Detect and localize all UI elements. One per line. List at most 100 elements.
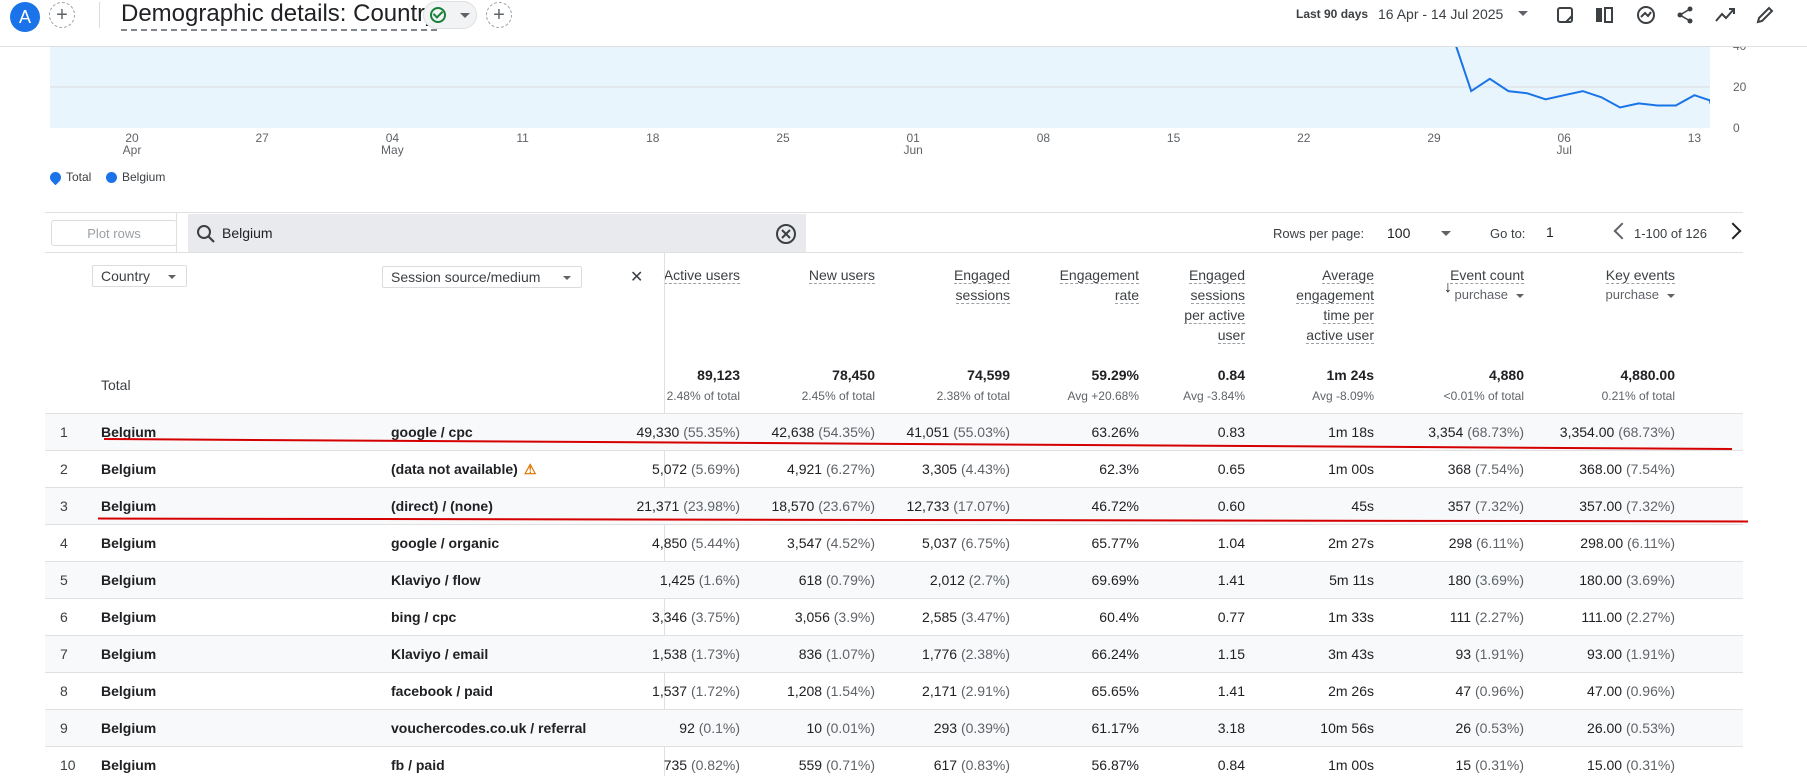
search-bar[interactable] — [188, 214, 806, 252]
x-tick-label: 18 — [646, 131, 660, 145]
column-header-0[interactable]: Active users — [610, 265, 740, 285]
row-index: 1 — [60, 424, 68, 440]
y-tick-label: 0 — [1733, 121, 1740, 135]
x-tick-label: 06 Jul — [1556, 131, 1572, 157]
cell-source-medium: fb / paid — [391, 757, 445, 773]
column-header-6[interactable]: Event count purchase — [1384, 265, 1524, 305]
chevron-down-icon[interactable] — [1441, 231, 1451, 236]
table-row[interactable]: 2 Belgium (data not available) ⚠ 5,072 (5.69… — [45, 450, 1743, 487]
column-header-text: engagement — [1296, 287, 1374, 304]
table-row[interactable]: 10 Belgium fb / paid 735 (0.82%) 559 (0.71%)… — [45, 746, 1743, 783]
table-row[interactable]: 8 Belgium facebook / paid 1,537 (1.72%) 1,20… — [45, 672, 1743, 709]
metric-cell: 45s — [1351, 498, 1374, 514]
avatar[interactable]: A — [10, 2, 40, 32]
metric-cell: 1m 18s — [1328, 424, 1374, 440]
column-header-7[interactable]: Key events purchase — [1535, 265, 1675, 305]
legend-item-total[interactable]: Total — [47, 169, 91, 185]
column-header-3[interactable]: Engagement rate — [1029, 265, 1139, 305]
column-header-2[interactable]: Engaged sessions — [890, 265, 1010, 305]
metric-cell: 47.00 (0.96%) — [1587, 683, 1675, 699]
dimension-country-dropdown[interactable]: Country — [92, 265, 187, 287]
legend-item-belgium[interactable]: Belgium — [106, 170, 165, 184]
next-page-icon[interactable] — [1724, 222, 1742, 240]
metric-cell: 10m 56s — [1320, 720, 1374, 736]
row-index: 6 — [60, 609, 68, 625]
row-index: 9 — [60, 720, 68, 736]
metric-cell: 1m 00s — [1328, 757, 1374, 773]
chevron-down-icon — [168, 275, 176, 279]
column-header-text: active user — [1306, 327, 1374, 344]
compare-icon[interactable] — [1592, 3, 1616, 27]
total-row-label: Total — [101, 377, 131, 393]
edit-report-icon[interactable] — [1553, 3, 1577, 27]
table-row[interactable]: 9 Belgium vouchercodes.co.uk / referral 92 … — [45, 709, 1743, 746]
rows-per-page-select[interactable]: 100 — [1387, 225, 1410, 241]
total-value: 59.29% — [1091, 367, 1139, 383]
chart-plot-area — [50, 46, 1710, 109]
row-index: 2 — [60, 461, 68, 477]
y-tick-label: 20 — [1733, 80, 1747, 94]
metric-cell: 298 (6.11%) — [1448, 535, 1524, 551]
pin-icon — [47, 169, 64, 185]
table-row[interactable]: 4 Belgium google / organic 4,850 (5.44%) 3,5… — [45, 524, 1743, 561]
metric-cell: 15.00 (0.31%) — [1587, 757, 1675, 773]
table-row[interactable]: 7 Belgium Klaviyo / email 1,538 (1.73%) 836 … — [45, 635, 1743, 672]
header-divider — [99, 2, 100, 28]
pagination-range: 1-100 of 126 — [1634, 226, 1708, 241]
pencil-icon[interactable] — [1753, 3, 1777, 27]
column-header-text: time per — [1323, 307, 1374, 324]
column-header-text: Engaged — [953, 267, 1010, 284]
data-point-marker[interactable] — [1709, 97, 1710, 105]
cell-country: Belgium — [101, 646, 157, 662]
add-report-button[interactable]: + — [486, 2, 512, 28]
table-row[interactable]: 6 Belgium bing / cpc 3,346 (3.75%) 3,056 (3.… — [45, 598, 1743, 635]
legend-dot — [106, 171, 117, 183]
clear-search-icon[interactable] — [775, 223, 797, 245]
metric-cell: 2m 26s — [1328, 683, 1374, 699]
metric-cell: 47 (0.96%) — [1455, 683, 1525, 699]
cell-country: Belgium — [101, 720, 157, 736]
metric-cell: 368.00 (7.54%) — [1579, 461, 1675, 477]
event-filter-dropdown[interactable]: purchase — [1384, 285, 1524, 305]
warning-icon[interactable]: ⚠ — [524, 461, 537, 478]
row-index: 4 — [60, 535, 68, 551]
column-header-text: rate — [1114, 287, 1139, 304]
plot-rows-button[interactable]: Plot rows — [51, 220, 177, 246]
chevron-down-icon[interactable] — [1518, 11, 1528, 16]
report-status-dropdown[interactable] — [423, 1, 477, 29]
column-header-4[interactable]: Engaged sessions per active user — [1155, 265, 1245, 345]
event-filter-dropdown[interactable]: purchase — [1535, 285, 1675, 305]
cell-source-medium: Klaviyo / email — [391, 646, 489, 662]
dimension-source-medium-dropdown[interactable]: Session source/medium — [382, 266, 582, 288]
total-value: 89,123 — [697, 367, 740, 383]
go-to-input[interactable] — [1546, 221, 1596, 243]
column-header-1[interactable]: New users — [755, 265, 875, 285]
date-range-picker[interactable]: 16 Apr - 14 Jul 2025 — [1378, 6, 1503, 22]
page-title[interactable]: Demographic details: Country — [121, 0, 438, 31]
metric-cell: 15 (0.31%) — [1455, 757, 1525, 773]
column-header-5[interactable]: Average engagement time per active user — [1264, 265, 1374, 345]
chevron-down-icon — [1516, 293, 1524, 298]
total-value: 4,880.00 — [1620, 367, 1676, 383]
previous-page-icon[interactable] — [1613, 222, 1631, 240]
metric-cell: 180 (3.69%) — [1447, 572, 1524, 588]
search-input[interactable] — [222, 222, 762, 244]
table-row[interactable]: 5 Belgium Klaviyo / flow 1,425 (1.6%) 618 (0… — [45, 561, 1743, 598]
add-comparison-button[interactable]: + — [49, 2, 75, 28]
row-index: 5 — [60, 572, 68, 588]
x-tick-label: 11 — [516, 131, 529, 145]
total-subtext: Avg +20.68% — [1067, 389, 1139, 403]
metric-cell: 93 (1.91%) — [1455, 646, 1525, 662]
trend-icon[interactable] — [1713, 3, 1737, 27]
cell-country: Belgium — [101, 461, 157, 477]
metric-cell: 5m 11s — [1329, 572, 1374, 588]
share-icon[interactable] — [1673, 3, 1697, 27]
toolbar-divider — [176, 213, 177, 253]
metric-cell: 1m 33s — [1328, 609, 1374, 625]
total-value: 74,599 — [967, 367, 1010, 383]
go-to-label: Go to: — [1490, 226, 1526, 241]
column-header-text: Engagement — [1059, 267, 1139, 284]
cell-source-medium: google / cpc — [391, 424, 473, 440]
cell-country: Belgium — [101, 572, 157, 588]
insights-icon[interactable] — [1634, 3, 1658, 27]
